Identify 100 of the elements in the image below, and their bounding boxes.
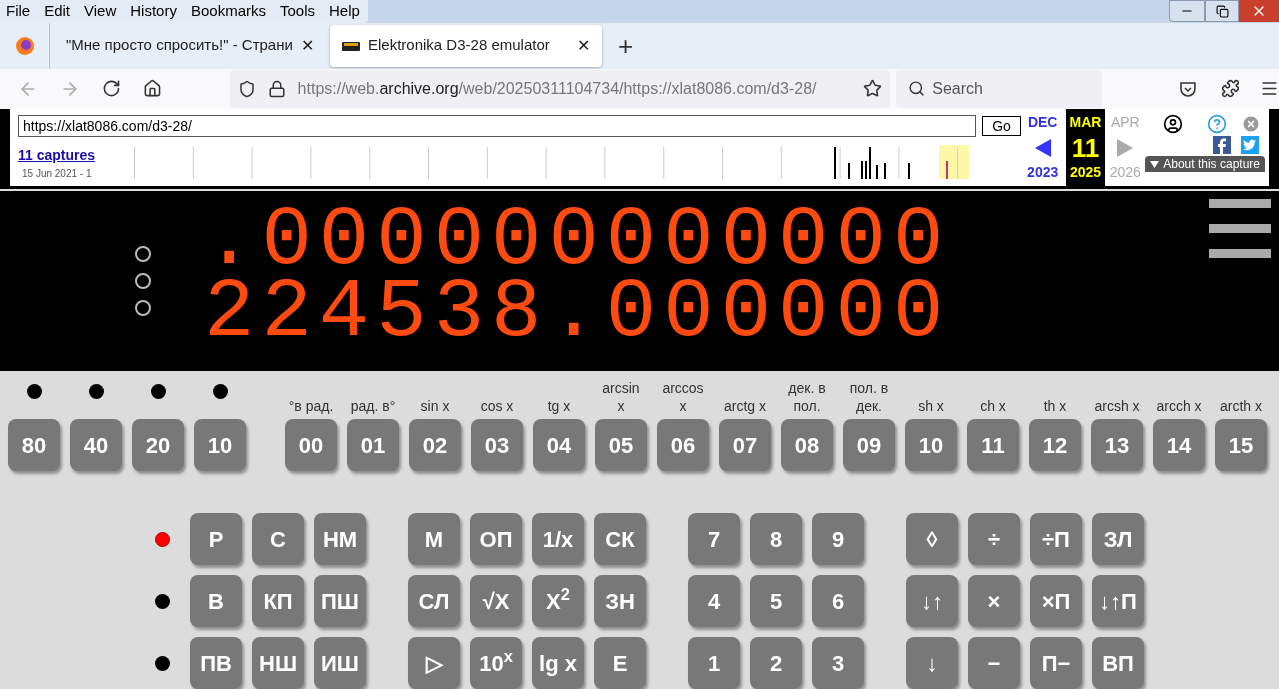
- calculator-key[interactable]: М: [408, 513, 460, 565]
- lock-icon[interactable]: [267, 79, 286, 98]
- home-icon[interactable]: [142, 79, 162, 99]
- calculator-key[interactable]: ÷П: [1030, 513, 1082, 565]
- menu-item[interactable]: File: [6, 0, 31, 23]
- search-field[interactable]: Search: [896, 69, 1103, 108]
- captures-link[interactable]: 11 captures: [18, 145, 103, 166]
- menu-item[interactable]: Edit: [44, 0, 71, 23]
- calculator-key[interactable]: ЗН: [594, 575, 646, 627]
- calculator-key[interactable]: 14: [1153, 419, 1205, 471]
- calculator-key[interactable]: 2: [750, 637, 802, 689]
- calculator-key[interactable]: 11: [967, 419, 1019, 471]
- calculator-key[interactable]: ↓↑: [906, 575, 958, 627]
- calculator-key[interactable]: СЛ: [408, 575, 460, 627]
- browser-logo-icon[interactable]: [14, 35, 35, 56]
- twitter-icon[interactable]: [1241, 136, 1259, 154]
- calculator-key[interactable]: ÷: [968, 513, 1020, 565]
- calculator-key[interactable]: 80: [8, 419, 60, 471]
- bookmark-star-icon[interactable]: [863, 79, 883, 99]
- calculator-key[interactable]: 07: [719, 419, 771, 471]
- calculator-key[interactable]: 8: [750, 513, 802, 565]
- close-tab-button[interactable]: ✕: [577, 33, 590, 58]
- calculator-key[interactable]: 3: [812, 637, 864, 689]
- facebook-icon[interactable]: [1213, 136, 1231, 154]
- restore-button[interactable]: [1205, 0, 1239, 22]
- calculator-key[interactable]: 20: [132, 419, 184, 471]
- calculator-key[interactable]: ВП: [1092, 637, 1144, 689]
- calculator-key[interactable]: 06: [657, 419, 709, 471]
- calculator-key[interactable]: E: [594, 637, 646, 689]
- wayback-url-field[interactable]: https://xlat8086.com/d3-28/: [18, 115, 976, 137]
- user-icon[interactable]: [1163, 114, 1183, 134]
- calculator-key[interactable]: СК: [594, 513, 646, 565]
- calculator-key[interactable]: ПШ: [314, 575, 366, 627]
- address-bar[interactable]: https://web.archive.org/web/20250311104734/https://xlat8086.com/d3-28/: [229, 69, 891, 108]
- calculator-key[interactable]: X$^{2}$: [532, 575, 584, 627]
- calculator-key[interactable]: 15: [1215, 419, 1267, 471]
- next-year[interactable]: 2026: [1109, 162, 1141, 183]
- go-button[interactable]: Go: [982, 116, 1021, 136]
- calculator-key[interactable]: 40: [70, 419, 122, 471]
- menu-item[interactable]: Bookmarks: [190, 0, 266, 23]
- calculator-key[interactable]: 10: [194, 419, 246, 471]
- new-tab-button[interactable]: +: [618, 32, 634, 59]
- calculator-key[interactable]: ×П: [1030, 575, 1082, 627]
- calculator-key[interactable]: 10$^{x}$: [470, 637, 522, 689]
- menu-item[interactable]: View: [84, 0, 117, 23]
- calculator-key[interactable]: 1/x: [532, 513, 584, 565]
- menu-item[interactable]: Help: [329, 0, 360, 23]
- menu-item[interactable]: History: [130, 0, 177, 23]
- calculator-key[interactable]: 10: [905, 419, 957, 471]
- calculator-key[interactable]: ↓↑П: [1092, 575, 1144, 627]
- calculator-key[interactable]: 04: [533, 419, 585, 471]
- calculator-key[interactable]: 1: [688, 637, 740, 689]
- calculator-key[interactable]: 00: [285, 419, 337, 471]
- previous-month[interactable]: DEC: [1027, 112, 1058, 133]
- shield-icon[interactable]: [237, 79, 256, 98]
- calculator-key[interactable]: ОП: [470, 513, 522, 565]
- close-tab-button[interactable]: ✕: [301, 33, 314, 58]
- calculator-key[interactable]: ↓: [906, 637, 958, 689]
- hamburger-menu-icon[interactable]: [1209, 199, 1271, 258]
- calculator-key[interactable]: 02: [409, 419, 461, 471]
- calculator-key[interactable]: 01: [347, 419, 399, 471]
- close-icon[interactable]: [1241, 114, 1261, 134]
- calculator-key[interactable]: НШ: [252, 637, 304, 689]
- calculator-key[interactable]: √X: [470, 575, 522, 627]
- calculator-key[interactable]: ПВ: [190, 637, 242, 689]
- calculator-key[interactable]: КП: [252, 575, 304, 627]
- calculator-key[interactable]: 7: [688, 513, 740, 565]
- calculator-key[interactable]: ИШ: [314, 637, 366, 689]
- calculator-key[interactable]: 5: [750, 575, 802, 627]
- calculator-key[interactable]: 08: [781, 419, 833, 471]
- browser-tab[interactable]: Elektronika D3-28 emulator ✕: [330, 24, 602, 67]
- calculator-key[interactable]: П−: [1030, 637, 1082, 689]
- about-capture-button[interactable]: About this capture: [1145, 156, 1265, 172]
- calculator-key[interactable]: ▷: [408, 637, 460, 689]
- calculator-key[interactable]: −: [968, 637, 1020, 689]
- calculator-key[interactable]: НМ: [314, 513, 366, 565]
- menu-item[interactable]: Tools: [280, 0, 315, 23]
- previous-arrow-icon[interactable]: [1034, 138, 1051, 157]
- browser-tab[interactable]: "Мне просто спросить!" - Страни ✕: [54, 24, 326, 67]
- reload-icon[interactable]: [101, 79, 121, 99]
- calculator-key[interactable]: 13: [1091, 419, 1143, 471]
- calculator-key[interactable]: 03: [471, 419, 523, 471]
- calculator-key[interactable]: 9: [812, 513, 864, 565]
- calculator-key[interactable]: В: [190, 575, 242, 627]
- calculator-key[interactable]: 4: [688, 575, 740, 627]
- extensions-icon[interactable]: [1221, 79, 1241, 99]
- calculator-key[interactable]: Р: [190, 513, 242, 565]
- help-icon[interactable]: [1207, 114, 1227, 134]
- calculator-key[interactable]: С: [252, 513, 304, 565]
- calculator-key[interactable]: ЗЛ: [1092, 513, 1144, 565]
- calculator-key[interactable]: 12: [1029, 419, 1081, 471]
- calculator-key[interactable]: 09: [843, 419, 895, 471]
- pocket-icon[interactable]: [1179, 79, 1198, 98]
- calculator-key[interactable]: ×: [968, 575, 1020, 627]
- calculator-key[interactable]: 05: [595, 419, 647, 471]
- calculator-key[interactable]: ◊: [906, 513, 958, 565]
- calculator-key[interactable]: 6: [812, 575, 864, 627]
- next-month[interactable]: APR: [1110, 112, 1140, 133]
- previous-year[interactable]: 2023: [1027, 162, 1059, 183]
- calculator-key[interactable]: lg x: [532, 637, 584, 689]
